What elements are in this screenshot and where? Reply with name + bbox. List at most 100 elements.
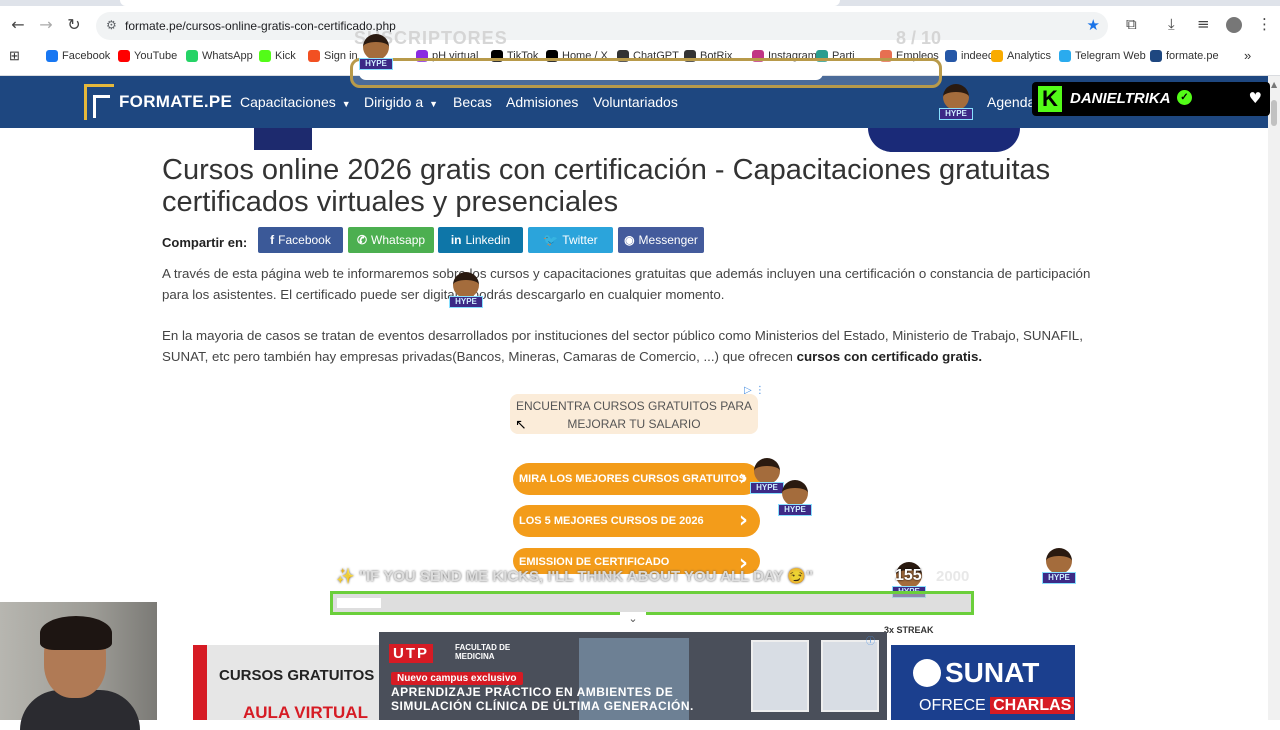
- ad-link-best-courses[interactable]: MIRA LOS MEJORES CURSOS GRATUITOS ›: [513, 463, 760, 495]
- utp-faculty: FACULTAD DE MEDICINA: [455, 643, 511, 661]
- kicks-progress-fill: [337, 598, 381, 608]
- medical-photo: [751, 640, 809, 712]
- forward-icon[interactable]: →: [35, 14, 57, 36]
- more-bookmarks-icon[interactable]: »: [1244, 48, 1251, 63]
- ad-link-top-5[interactable]: LOS 5 MEJORES CURSOS DE 2026 ›: [513, 505, 760, 537]
- youtube-icon: [118, 50, 130, 62]
- whatsapp-icon: ✆: [356, 233, 368, 247]
- share-label-text: Linkedin: [465, 233, 511, 247]
- whatsapp-icon: [186, 50, 198, 62]
- share-whatsapp-button[interactable]: ✆ Whatsapp: [348, 227, 434, 253]
- bookmark-youtube[interactable]: YouTube: [118, 50, 177, 62]
- ad-cursos-gratuitos[interactable]: CURSOS GRATUITOS AULA VIRTUAL: [193, 645, 383, 722]
- page-title: Cursos online 2026 gratis con certificac…: [162, 154, 1051, 218]
- sunat-name: SUNAT: [945, 657, 1040, 688]
- bookmark-whatsapp[interactable]: WhatsApp: [186, 50, 253, 62]
- ad-title: CURSOS GRATUITOS: [219, 667, 375, 684]
- hype-avatar: HYPE: [1040, 546, 1078, 586]
- bookmark-label: Facebook: [62, 50, 111, 62]
- streamer-name: DANIELTRIKA: [1070, 90, 1171, 107]
- nav-capacitaciones[interactable]: Capacitaciones ▼: [240, 94, 351, 110]
- share-facebook-button[interactable]: f Facebook: [258, 227, 343, 253]
- tab-strip: [0, 0, 1280, 6]
- chevron-right-icon: ›: [738, 466, 748, 491]
- ad-sunat[interactable]: SUNAT OFRECE CHARLAS: [891, 645, 1075, 720]
- kick-logo-icon: K: [1038, 86, 1062, 112]
- kicks-message: ✨ "IF YOU SEND ME KICKS, I'LL THINK ABOU…: [336, 568, 814, 585]
- mouse-cursor-icon: ↖: [515, 417, 527, 433]
- address-bar[interactable]: ⚙ formate.pe/cursos-online-gratis-con-ce…: [96, 12, 1108, 40]
- utp-logo: UTP: [389, 644, 433, 663]
- analytics-icon: [991, 50, 1003, 62]
- sunat-offer: OFRECE CHARLAS: [919, 697, 1075, 715]
- bookmark-analytics[interactable]: Analytics: [991, 50, 1051, 62]
- ad-subtitle: AULA VIRTUAL: [243, 703, 368, 722]
- bookmark-facebook[interactable]: Facebook: [46, 50, 110, 62]
- ad-headline-box[interactable]: ENCUENTRA CURSOS GRATUITOS PARA MEJORAR …: [510, 394, 758, 434]
- back-icon[interactable]: ←: [7, 14, 29, 36]
- intro-paragraph: A través de esta página web te informare…: [162, 266, 1091, 302]
- nav-becas[interactable]: Becas: [453, 94, 492, 110]
- bookmark-label: Kick: [275, 50, 296, 62]
- linkedin-icon: in: [450, 233, 462, 247]
- scrollbar-thumb[interactable]: [1271, 100, 1277, 126]
- streamer-badge: K DANIELTRIKA ✓ ♥: [1032, 82, 1270, 116]
- share-label-text: Facebook: [278, 233, 331, 247]
- bookmark-telegram-web[interactable]: Telegram Web: [1059, 50, 1146, 62]
- utp-line-1: APRENDIZAJE PRÁCTICO EN AMBIENTES DE: [391, 685, 674, 699]
- banner-fragment-right[interactable]: [868, 128, 1020, 152]
- download-icon[interactable]: ⤓: [1168, 15, 1175, 33]
- share-messenger-button[interactable]: ◉ Messenger: [618, 227, 704, 253]
- bookmark-label: YouTube: [134, 50, 178, 62]
- hype-avatar: HYPE: [357, 32, 395, 72]
- banner-fragment-left[interactable]: [254, 128, 312, 150]
- share-label: Compartir en:: [162, 235, 248, 250]
- site-info-icon[interactable]: ⚙: [106, 18, 117, 32]
- site-logo[interactable]: FORMATE.PE: [119, 92, 232, 112]
- bookmark-formate-pe[interactable]: formate.pe: [1150, 50, 1219, 62]
- bookmark-kick[interactable]: Kick: [259, 50, 296, 62]
- utp-badge: Nuevo campus exclusivo: [391, 672, 523, 685]
- bookmark-sign-in[interactable]: Sign in: [308, 50, 358, 62]
- formate-icon: [1150, 50, 1162, 62]
- share-twitter-button[interactable]: 🐦 Twitter: [528, 227, 613, 253]
- bookmark-star-icon[interactable]: ★: [1087, 16, 1100, 34]
- hype-avatar: HYPE: [937, 82, 975, 122]
- facebook-icon: [46, 50, 58, 62]
- page-scrollbar[interactable]: ▲: [1268, 76, 1280, 720]
- scroll-up-icon[interactable]: ▲: [1271, 80, 1277, 89]
- messenger-icon: ◉: [624, 233, 635, 247]
- nav-agenda[interactable]: Agenda: [987, 94, 1035, 110]
- media-icon[interactable]: ≡: [1197, 15, 1210, 33]
- nav-voluntariados[interactable]: Voluntariados: [593, 94, 678, 110]
- chevron-right-icon: ›: [738, 508, 748, 533]
- collapse-ad-icon[interactable]: ⌄: [620, 612, 646, 628]
- bookmark-label: WhatsApp: [202, 50, 253, 62]
- ad-info-icon[interactable]: ⓘ: [866, 634, 875, 647]
- profile-avatar[interactable]: [1226, 17, 1242, 33]
- menu-icon[interactable]: ⋮: [1257, 15, 1272, 33]
- telegram-icon: [1059, 50, 1071, 62]
- bookmark-label: Telegram Web: [1075, 50, 1146, 62]
- share-linkedin-button[interactable]: in Linkedin: [438, 227, 523, 253]
- apps-icon[interactable]: ⊞: [9, 48, 20, 64]
- reload-icon[interactable]: ↻: [63, 14, 85, 36]
- nav-admisiones[interactable]: Admisiones: [506, 94, 578, 110]
- hype-avatar: HYPE: [447, 270, 485, 310]
- sparkle-icon: ✨: [336, 568, 359, 585]
- chevron-down-icon: ▼: [341, 99, 351, 109]
- ad-utp-medicina[interactable]: UTP FACULTAD DE MEDICINA Nuevo campus ex…: [379, 632, 887, 720]
- facebook-icon: f: [270, 233, 275, 247]
- extensions-icon[interactable]: ⧉: [1126, 15, 1137, 33]
- kicks-progress-bar: [330, 591, 974, 615]
- nav-dirigido-a[interactable]: Dirigido a ▼: [364, 94, 438, 110]
- kick-icon: [259, 50, 271, 62]
- streak-label: 3x STREAK: [884, 625, 934, 635]
- subscribers-progress-fill: [359, 66, 823, 80]
- institutions-paragraph: En la mayoria de casos se tratan de even…: [162, 328, 1083, 364]
- utp-line-2: SIMULACIÓN CLÍNICA DE ÚLTIMA GENERACIÓN.: [391, 699, 694, 713]
- bookmark-label: indeed: [961, 50, 995, 62]
- logo-icon[interactable]: [84, 84, 114, 120]
- active-tab[interactable]: [120, 0, 840, 6]
- bookmark-indeed[interactable]: indeed: [945, 50, 994, 62]
